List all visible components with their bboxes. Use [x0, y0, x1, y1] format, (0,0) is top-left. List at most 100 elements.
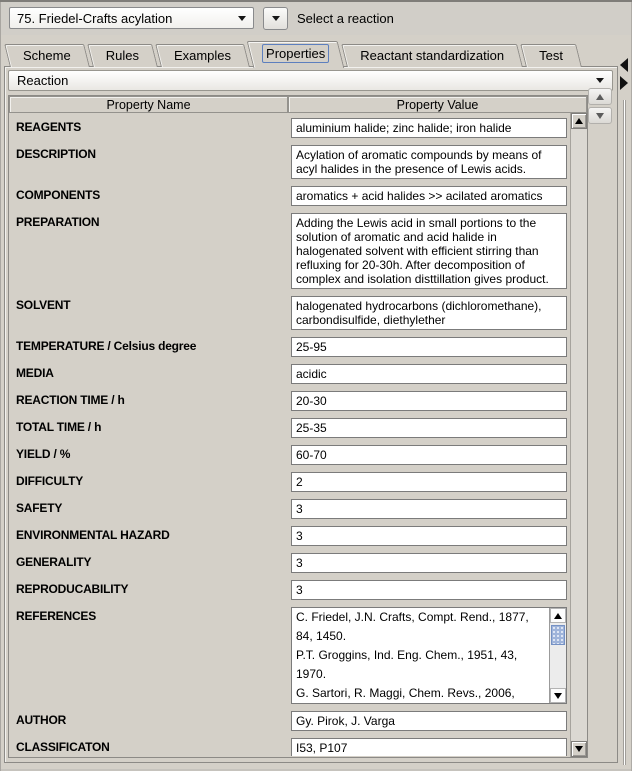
table-row: TEMPERATURE / Celsius degree25-95 [11, 337, 569, 357]
property-value-field[interactable]: 25-35 [291, 418, 567, 438]
tab-bar: Scheme Rules Examples Properties Reactant st… [7, 40, 582, 67]
reaction-selector[interactable]: 75. Friedel-Crafts acylation [9, 7, 254, 29]
property-name-label: CLASSIFICATON [11, 738, 291, 756]
arrow-up-icon [575, 118, 583, 124]
property-value-field[interactable]: 3 [291, 526, 567, 546]
tab-label: Properties [262, 44, 329, 63]
table-row: CLASSIFICATONI53, P107 [11, 738, 569, 756]
property-value-field[interactable]: Adding the Lewis acid in small portions … [291, 213, 567, 289]
tab-test[interactable]: Test [523, 44, 579, 67]
property-value-field[interactable]: 2 [291, 472, 567, 492]
table-row: REFERENCESC. Friedel, J.N. Crafts, Compt… [11, 607, 569, 704]
property-value-field[interactable]: 20-30 [291, 391, 567, 411]
table-scrollbar[interactable] [570, 113, 587, 757]
table-row: YIELD / %60-70 [11, 445, 569, 465]
select-reaction-hint: Select a reaction [297, 11, 394, 26]
application-window: 75. Friedel-Crafts acylation Select a re… [0, 0, 632, 771]
arrow-down-icon [596, 113, 604, 119]
arrow-up-icon [554, 613, 562, 619]
table-row: DESCRIPTIONAcylation of aromatic compoun… [11, 145, 569, 179]
references-textarea[interactable]: C. Friedel, J.N. Crafts, Compt. Rend., 1… [291, 607, 567, 704]
property-name-label: ENVIRONMENTAL HAZARD [11, 526, 291, 546]
property-value-field[interactable]: acidic [291, 364, 567, 384]
section-selector[interactable]: Reaction [8, 70, 613, 91]
table-row: REAGENTSaluminium halide; zinc halide; i… [11, 118, 569, 138]
property-name-label: GENERALITY [11, 553, 291, 573]
table-row: SAFETY3 [11, 499, 569, 519]
reaction-dropdown-button[interactable] [263, 7, 288, 30]
table-row: SOLVENThalogenated hydrocarbons (dichlor… [11, 296, 569, 330]
scroll-down-button[interactable] [571, 741, 587, 757]
tab-label: Reactant standardization [356, 46, 508, 65]
scroll-up-button[interactable] [571, 113, 587, 129]
tab-label: Examples [170, 46, 235, 65]
property-name-label: TOTAL TIME / h [11, 418, 291, 438]
column-header-property-value: Property Value [288, 96, 587, 113]
property-name-label: TEMPERATURE / Celsius degree [11, 337, 291, 357]
column-header-property-name: Property Name [9, 96, 288, 113]
property-value-field[interactable]: 3 [291, 580, 567, 600]
section-selector-value: Reaction [17, 73, 68, 88]
table-row: REPRODUCABILITY3 [11, 580, 569, 600]
chevron-left-icon [620, 58, 628, 72]
property-value-field[interactable]: aluminium halide; zinc halide; iron hali… [291, 118, 567, 138]
property-name-label: YIELD / % [11, 445, 291, 465]
references-scrollbar[interactable] [549, 608, 566, 703]
chevron-down-icon [272, 16, 280, 21]
property-name-label: PREPARATION [11, 213, 291, 289]
table-header: Property Name Property Value [9, 96, 587, 113]
property-name-label: SOLVENT [11, 296, 291, 330]
references-text: C. Friedel, J.N. Crafts, Compt. Rend., 1… [292, 608, 549, 703]
splitter-track[interactable] [623, 100, 626, 765]
property-value-field[interactable]: 3 [291, 499, 567, 519]
property-name-label: REPRODUCABILITY [11, 580, 291, 600]
property-value-field[interactable]: 25-95 [291, 337, 567, 357]
arrow-up-icon [596, 94, 604, 100]
property-name-label: DESCRIPTION [11, 145, 291, 179]
table-row: PREPARATIONAdding the Lewis acid in smal… [11, 213, 569, 289]
property-name-label: COMPONENTS [11, 186, 291, 206]
property-value-field[interactable]: Gy. Pirok, J. Varga [291, 711, 567, 731]
property-name-label: REACTION TIME / h [11, 391, 291, 411]
splitter-divider[interactable] [619, 40, 630, 765]
property-value-field[interactable]: aromatics + acid halides >> acilated aro… [291, 186, 567, 206]
move-up-button[interactable] [588, 88, 612, 105]
table-row: TOTAL TIME / h25-35 [11, 418, 569, 438]
property-name-label: REAGENTS [11, 118, 291, 138]
chevron-down-icon [238, 16, 246, 21]
property-value-field[interactable]: halogenated hydrocarbons (dichloromethan… [291, 296, 567, 330]
arrow-down-icon [575, 746, 583, 752]
property-name-label: MEDIA [11, 364, 291, 384]
table-row: DIFFICULTY2 [11, 472, 569, 492]
table-row: COMPONENTSaromatics + acid halides >> ac… [11, 186, 569, 206]
property-value-field[interactable]: 3 [291, 553, 567, 573]
property-value-field[interactable]: Acylation of aromatic compounds by means… [291, 145, 567, 179]
table-row: MEDIAacidic [11, 364, 569, 384]
property-table: Property Name Property Value REAGENTSalu… [8, 95, 588, 758]
tab-properties[interactable]: Properties [250, 41, 341, 68]
property-name-label: SAFETY [11, 499, 291, 519]
property-value-field[interactable]: 60-70 [291, 445, 567, 465]
tab-label: Scheme [19, 46, 75, 65]
toolbar: 75. Friedel-Crafts acylation Select a re… [9, 7, 394, 29]
arrow-down-icon [554, 693, 562, 699]
tab-examples[interactable]: Examples [158, 44, 247, 67]
table-row: AUTHORGy. Pirok, J. Varga [11, 711, 569, 731]
tab-scheme[interactable]: Scheme [7, 44, 87, 67]
property-rows: REAGENTSaluminium halide; zinc halide; i… [9, 113, 569, 756]
tab-reactant-standardization[interactable]: Reactant standardization [344, 44, 520, 67]
table-row: ENVIRONMENTAL HAZARD3 [11, 526, 569, 546]
tab-rules[interactable]: Rules [90, 44, 155, 67]
scrollbar-thumb[interactable] [551, 625, 565, 645]
reaction-selector-value: 75. Friedel-Crafts acylation [17, 11, 172, 26]
table-row: REACTION TIME / h20-30 [11, 391, 569, 411]
move-down-button[interactable] [588, 107, 612, 124]
chevron-down-icon [596, 78, 604, 83]
tab-label: Rules [102, 46, 143, 65]
property-value-field[interactable]: I53, P107 [291, 738, 567, 756]
property-name-label: REFERENCES [11, 607, 291, 704]
table-row: GENERALITY3 [11, 553, 569, 573]
scroll-up-button[interactable] [550, 608, 566, 623]
properties-panel: Reaction Property Name Property Value RE… [4, 66, 618, 763]
scroll-down-button[interactable] [550, 688, 566, 703]
